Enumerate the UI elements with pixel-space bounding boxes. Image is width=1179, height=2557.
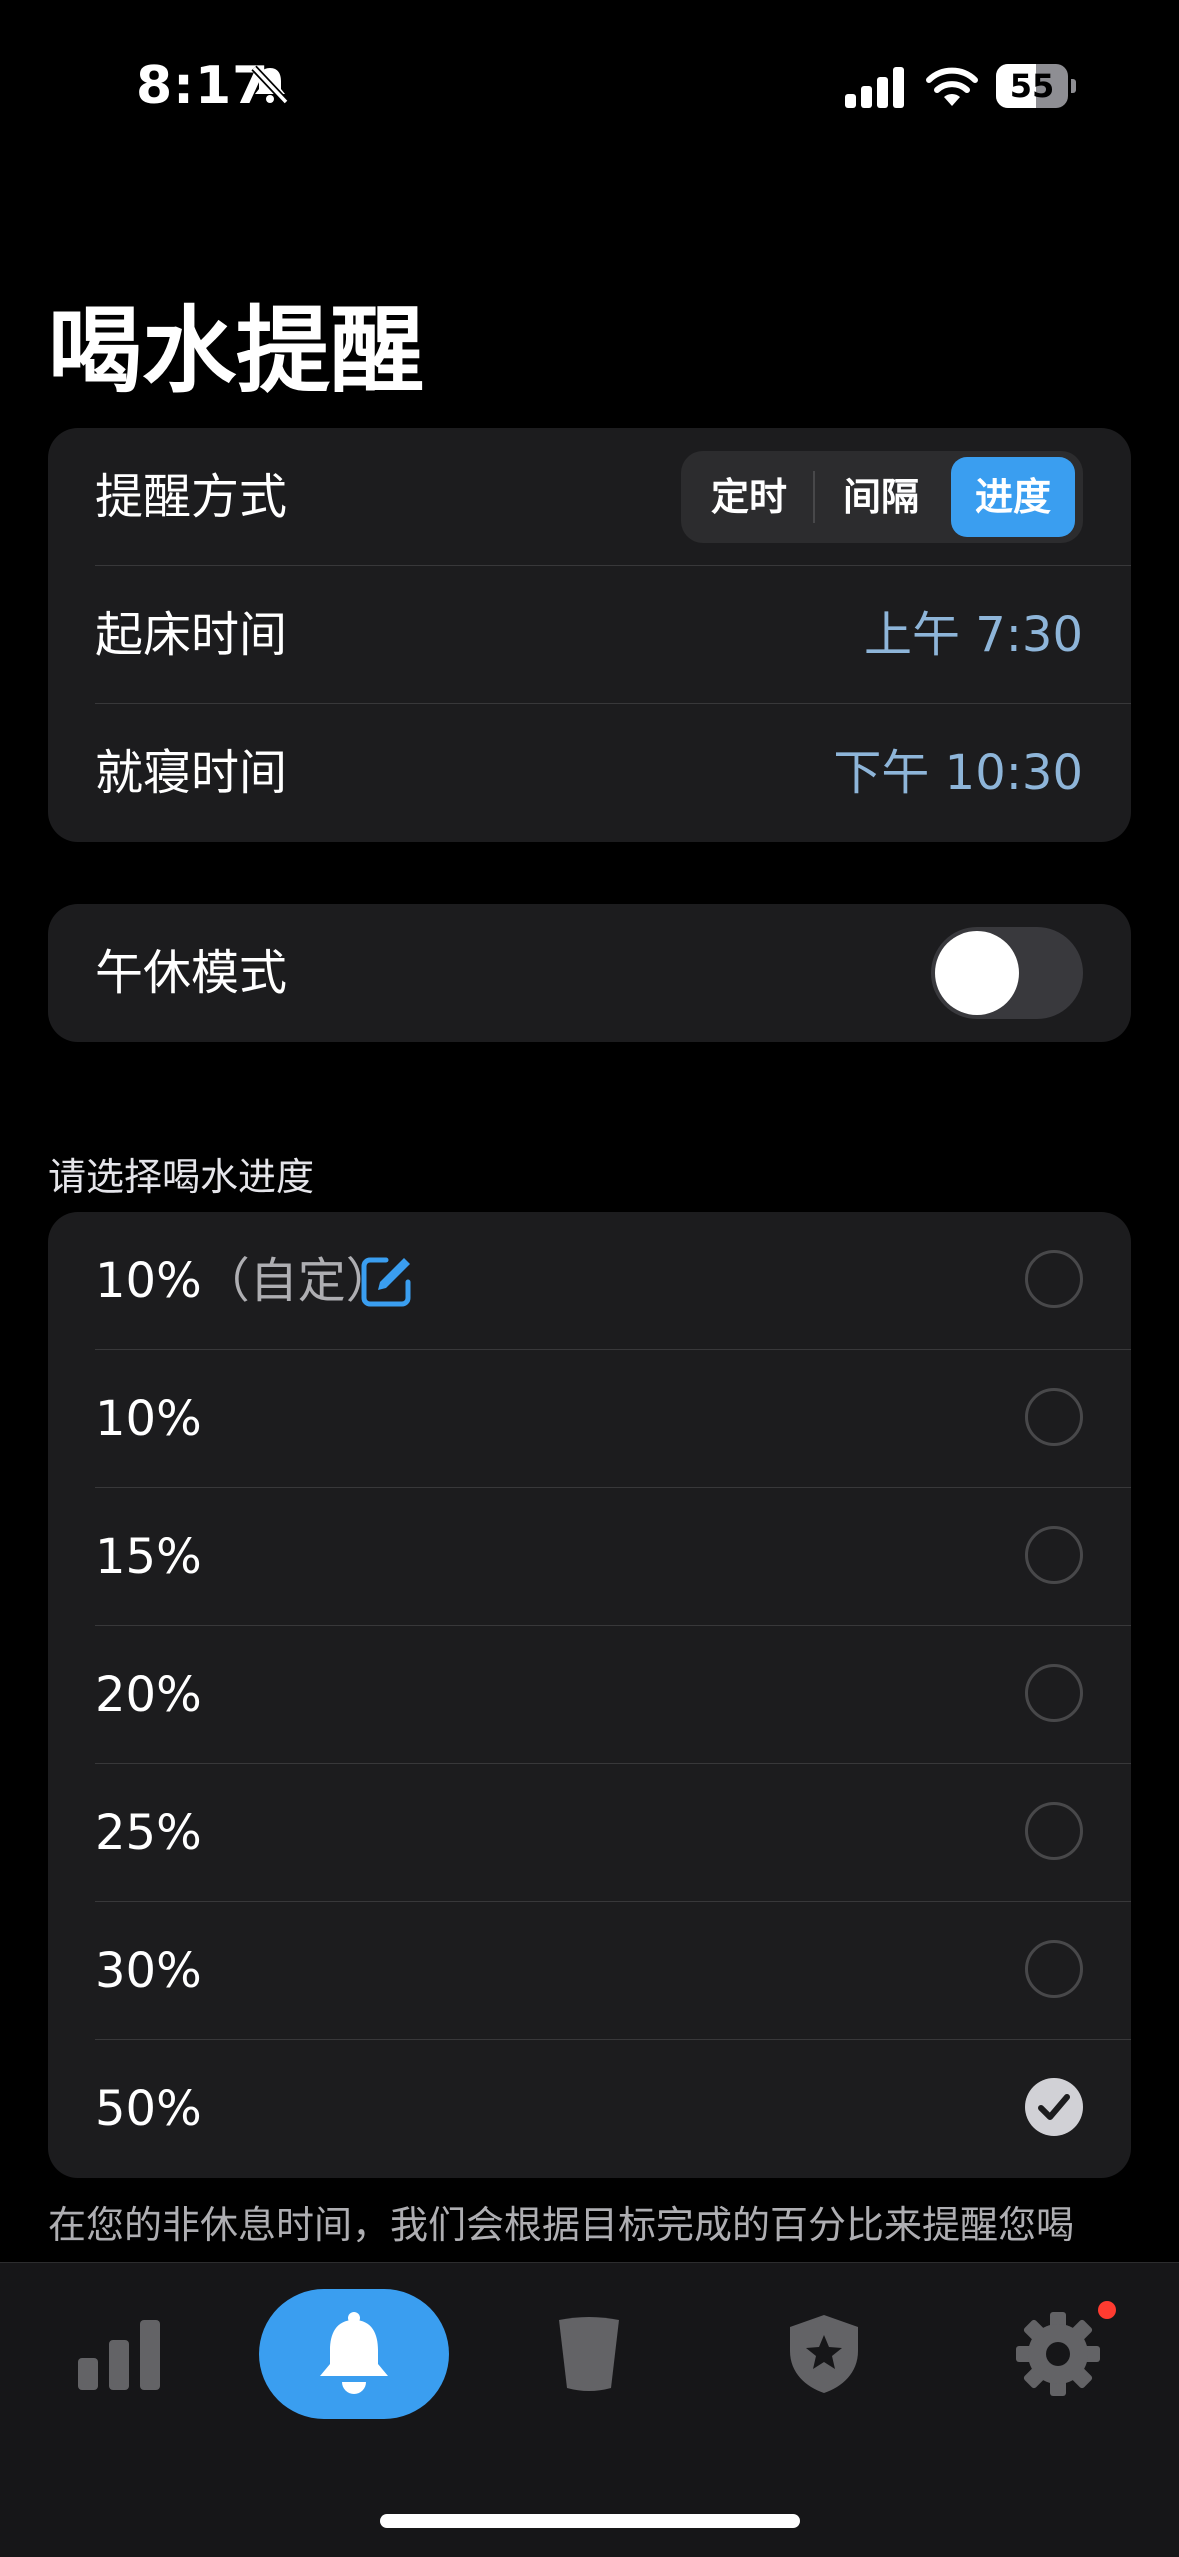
tab-reminders[interactable] [259, 2289, 449, 2419]
wake-time-label: 起床时间 [95, 607, 288, 663]
tab-bar [0, 2262, 1179, 2557]
tab-settings[interactable] [963, 2289, 1153, 2419]
radio-unselected[interactable] [1025, 1664, 1083, 1722]
radio-unselected[interactable] [1025, 1250, 1083, 1308]
progress-option-selected[interactable]: 50% [48, 2040, 1131, 2178]
segment-progress[interactable]: 进度 [951, 457, 1075, 537]
reminder-mode-row: 提醒方式 定时 间隔 进度 [48, 428, 1131, 566]
progress-option[interactable]: 10% [48, 1350, 1131, 1488]
progress-option[interactable]: 30% [48, 1902, 1131, 2040]
progress-option[interactable]: 20% [48, 1626, 1131, 1764]
radio-unselected[interactable] [1025, 1940, 1083, 1998]
progress-option-custom[interactable]: 10%（自定） [48, 1212, 1131, 1350]
cellular-signal-icon [845, 67, 904, 108]
status-bar: 8:17 55 [0, 0, 1179, 170]
edit-icon[interactable] [360, 1254, 414, 1308]
segment-interval[interactable]: 间隔 [819, 457, 943, 537]
page-title: 喝水提醒 [48, 297, 425, 406]
nap-mode-label: 午休模式 [95, 945, 288, 1001]
segment-timed[interactable]: 定时 [687, 457, 811, 537]
wake-time-row[interactable]: 起床时间 上午 7:30 [48, 566, 1131, 704]
nap-mode-card: 午休模式 [48, 904, 1131, 1042]
wifi-icon [926, 67, 978, 106]
progress-section-header: 请选择喝水进度 [48, 1155, 315, 1199]
radio-unselected[interactable] [1025, 1802, 1083, 1860]
progress-option-label: 10% [95, 1391, 202, 1447]
cup-icon [559, 2317, 619, 2391]
notification-badge [1098, 2301, 1116, 2319]
home-indicator [380, 2514, 800, 2528]
gear-icon [1016, 2312, 1100, 2396]
bell-icon [320, 2312, 388, 2394]
chart-icon [78, 2320, 160, 2390]
reminder-mode-label: 提醒方式 [95, 469, 288, 525]
nap-mode-toggle[interactable] [931, 927, 1083, 1019]
reminder-mode-segmented-control[interactable]: 定时 间隔 进度 [681, 451, 1083, 543]
settings-card: 提醒方式 定时 间隔 进度 起床时间 上午 7:30 就寝时间 下午 10:30 [48, 428, 1131, 842]
tab-achievements[interactable] [729, 2289, 919, 2419]
progress-option-label: 50% [95, 2081, 202, 2137]
progress-option[interactable]: 15% [48, 1488, 1131, 1626]
sleep-time-row[interactable]: 就寝时间 下午 10:30 [48, 704, 1131, 842]
shield-star-icon [790, 2315, 858, 2393]
custom-progress-value: 10% [95, 1253, 202, 1309]
tab-statistics[interactable] [25, 2289, 215, 2419]
sleep-time-value[interactable]: 下午 10:30 [833, 704, 1083, 842]
progress-option-label: 25% [95, 1805, 202, 1861]
radio-unselected[interactable] [1025, 1388, 1083, 1446]
nap-mode-row: 午休模式 [48, 904, 1131, 1042]
progress-option-label: 20% [95, 1667, 202, 1723]
radio-unselected[interactable] [1025, 1526, 1083, 1584]
battery-indicator: 55 [996, 64, 1078, 108]
tab-drink[interactable] [494, 2289, 684, 2419]
sleep-time-label: 就寝时间 [95, 745, 288, 801]
battery-percent: 55 [1009, 67, 1055, 105]
progress-options-card: 10%（自定） 10% 15% 20% 25% 30% 50% [48, 1212, 1131, 2178]
wake-time-value[interactable]: 上午 7:30 [864, 566, 1083, 704]
checkmark-icon[interactable] [1025, 2078, 1083, 2136]
progress-option[interactable]: 25% [48, 1764, 1131, 1902]
progress-option-label: 15% [95, 1529, 202, 1585]
silent-bell-icon [251, 65, 289, 105]
progress-option-label: 30% [95, 1943, 202, 1999]
